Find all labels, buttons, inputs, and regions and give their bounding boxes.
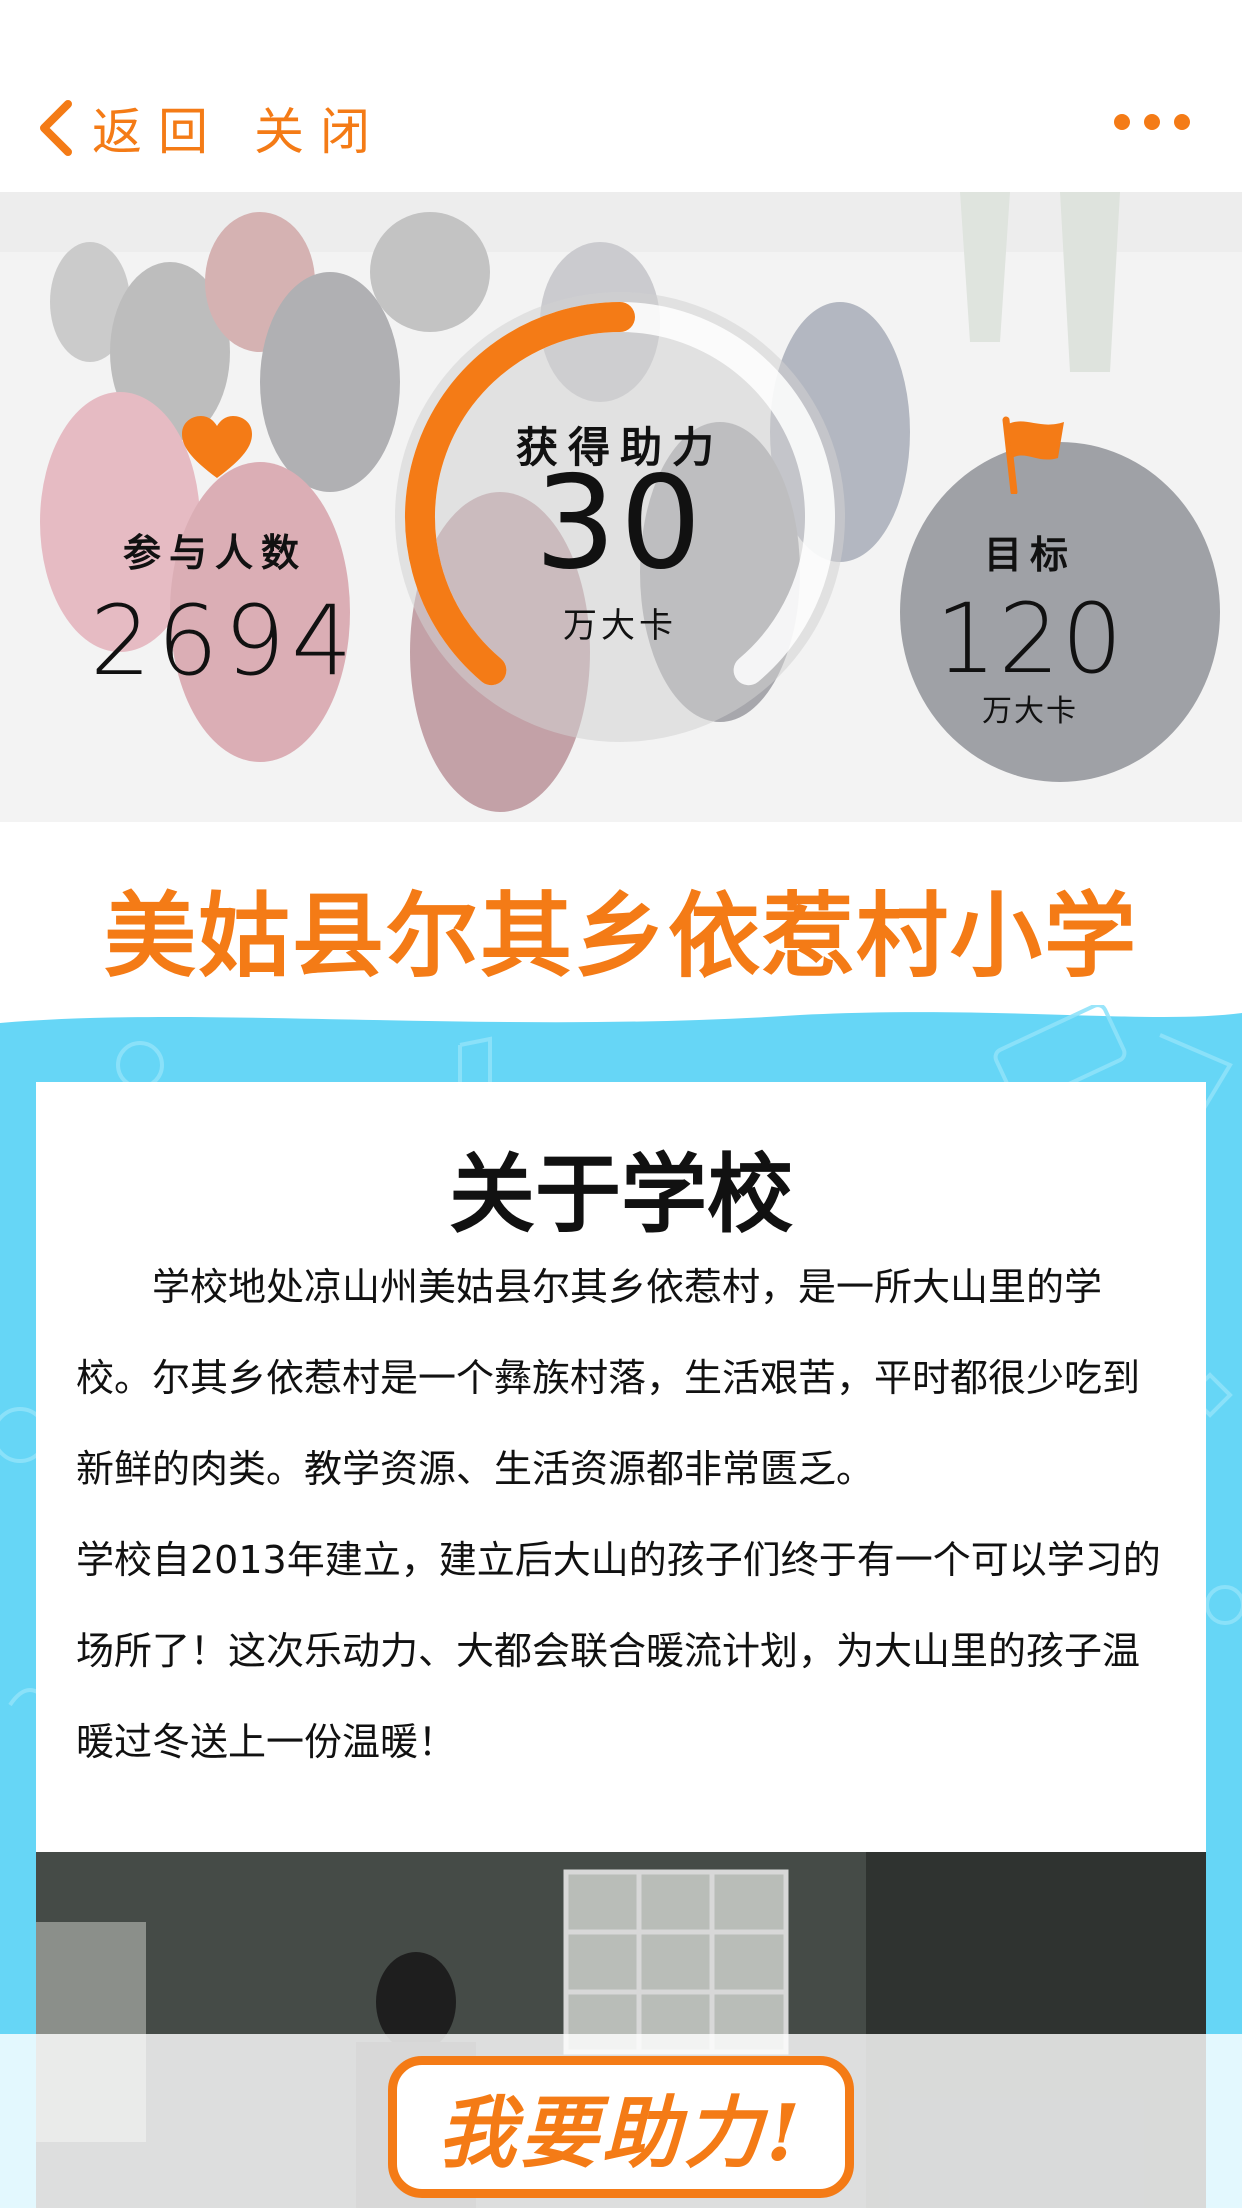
school-name: 美姑县尔其乡依惹村小学 [103, 883, 1138, 990]
back-close-group: 返回 关闭 [36, 92, 386, 164]
about-paragraph-2: 学校自2013年建立，建立后大山的孩子们终于有一个可以学习的场所了！这次乐动力、… [76, 1538, 1161, 1764]
flag-icon [1002, 416, 1064, 494]
back-button[interactable]: 返回 [92, 92, 224, 164]
about-body: 学校地处凉山州美姑县尔其乡依惹村，是一所大山里的学校。尔其乡依惹村是一个彝族村落… [76, 1242, 1166, 1788]
progress-ring: 获得助力 30 万大卡 [385, 282, 855, 752]
about-paragraph-1: 学校地处凉山州美姑县尔其乡依惹村，是一所大山里的学校。尔其乡依惹村是一个彝族村落… [76, 1265, 1141, 1491]
heart-icon [182, 416, 252, 478]
participants-label: 参与人数 [122, 531, 307, 575]
progress-value: 30 [534, 449, 706, 598]
target-value: 120 [935, 583, 1125, 695]
target-label: 目标 [983, 533, 1076, 577]
participants-count: 2694 [90, 585, 359, 697]
back-chevron-icon[interactable] [36, 98, 74, 158]
about-title: 关于学校 [449, 1144, 793, 1245]
participants-stat: 参与人数 2694 [90, 522, 359, 697]
school-name-band: 美姑县尔其乡依惹村小学 [0, 822, 1242, 1012]
close-button[interactable]: 关闭 [254, 92, 386, 164]
top-nav-bar: 返回 关闭 [0, 0, 1242, 192]
progress-unit: 万大卡 [563, 606, 677, 646]
progress-ring-content: 获得助力 30 万大卡 [385, 282, 855, 752]
target-stat: 目标 120 万大卡 [930, 524, 1130, 730]
support-button-label: 我要助力! [437, 2088, 805, 2179]
more-dots-icon[interactable] [1114, 114, 1190, 130]
support-button[interactable]: 我要助力! [388, 2056, 854, 2198]
hero-banner: 参与人数 2694 获得助力 30 万大卡 目标 120 万大卡 [0, 192, 1242, 822]
